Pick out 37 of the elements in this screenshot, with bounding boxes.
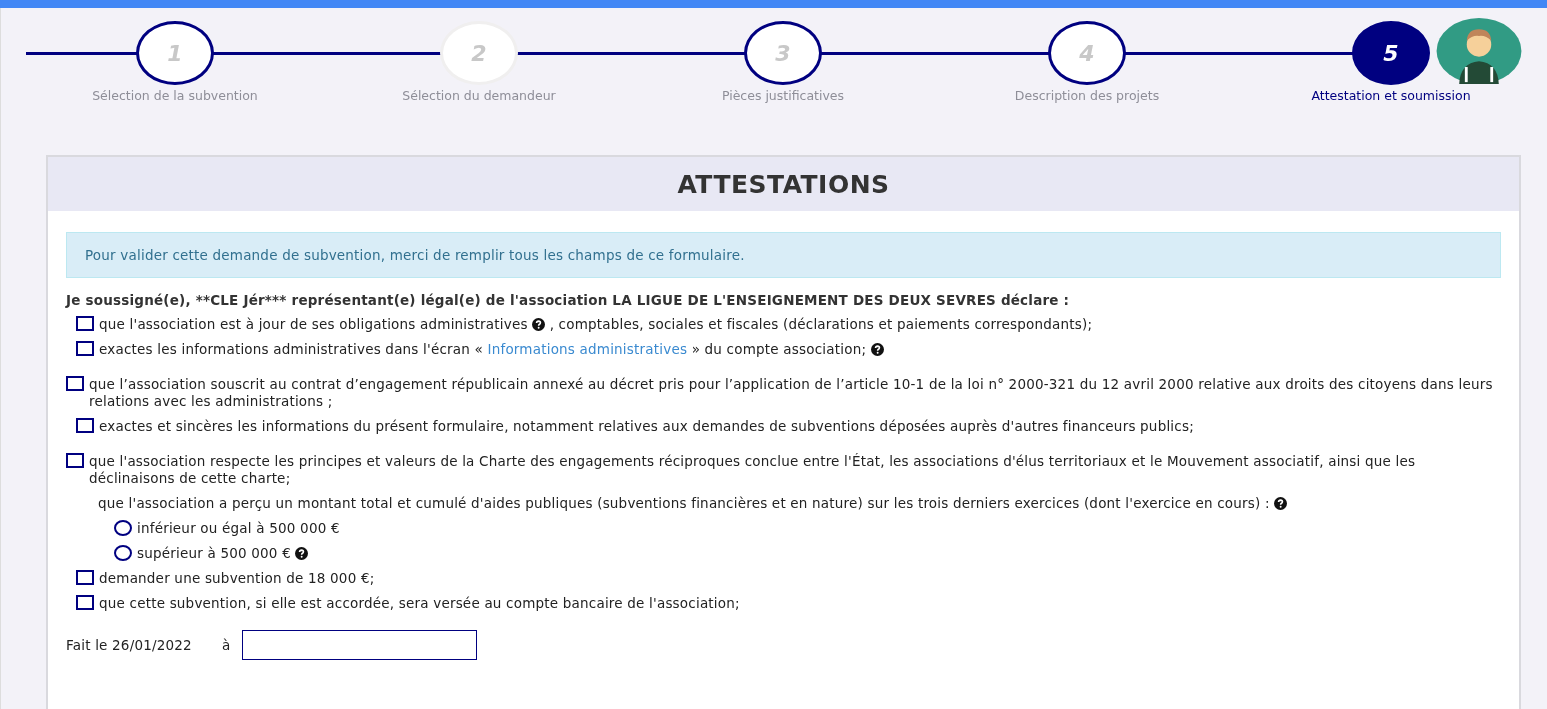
declaration-text: demander une subvention de 18 000 €; <box>99 570 375 587</box>
step-label: Description des projets <box>1014 88 1160 103</box>
checkbox[interactable] <box>76 595 94 610</box>
user-avatar-icon[interactable] <box>1436 18 1522 84</box>
declaration-text: exactes et sincères les informations du présent formulaire, notamment relatives aux demandes de subventions déposées auprès d'autres financeurs publics; <box>99 418 1194 435</box>
step-circle[interactable]: 5 <box>1352 21 1430 85</box>
date-label: Fait le 26/01/2022 <box>66 637 192 653</box>
help-icon[interactable] <box>1274 497 1288 510</box>
radio-button[interactable] <box>114 545 132 561</box>
checkbox[interactable] <box>66 376 84 391</box>
help-icon[interactable] <box>870 343 884 356</box>
checkbox[interactable] <box>76 418 94 433</box>
help-icon[interactable] <box>532 318 546 331</box>
declaration-text: que l’association souscrit au contrat d’engagement républicain annexé au décret pris pour l’application de l’article 10-1 de la loi n° 2000-321 du 12 avril 2000 relative aux droits des citoyens dans leurs relations avec les administrations ; <box>89 376 1494 410</box>
place-input-field[interactable] <box>242 630 478 660</box>
checkbox[interactable] <box>76 316 94 331</box>
help-icon[interactable] <box>295 547 309 560</box>
step-label: Pièces justificatives <box>721 88 845 103</box>
declaration-text: exactes les informations administratives dans l'écran « Informations administratives » du compte association; <box>99 341 884 358</box>
step-label: Attestation et soumission <box>1311 88 1471 103</box>
checkbox[interactable] <box>76 341 94 356</box>
info-alert: Pour valider cette demande de subvention, merci de remplir tous les champs de ce formulaire. <box>66 232 1501 278</box>
radio-button[interactable] <box>114 520 132 536</box>
checkbox[interactable] <box>76 570 94 585</box>
declaration-text: que l'association est à jour de ses obligations administratives , comptables, sociales et fiscales (déclarations et paiements correspondants); <box>99 316 1093 333</box>
place-label: à <box>221 637 231 653</box>
declaration-text: que cette subvention, si elle est accordée, sera versée au compte bancaire de l'association; <box>99 595 740 612</box>
declaration-intro: Je soussigné(e), **CLE Jér*** représentant(e) légal(e) de l'association LA LIGUE DE L'ENSEIGNEMENT DES DEUX SEVRES déclare : <box>66 292 1071 308</box>
declaration-text: que l'association respecte les principes et valeurs de la Charte des engagements réciproques conclue entre l'État, les associations d'élus territoriaux et le Mouvement associatif, ainsi que les déclinaisons de cette charte; <box>89 453 1417 487</box>
card-title: ATTESTATIONS <box>677 169 890 199</box>
checkbox[interactable] <box>66 453 84 468</box>
step-label: Sélection du demandeur <box>402 88 556 103</box>
information-link[interactable]: Informations administratives <box>487 341 688 357</box>
declaration-text: inférieur ou égal à 500 000 € <box>137 520 340 537</box>
declaration-text: que l'association a perçu un montant total et cumulé d'aides publiques (subventions financières et en nature) sur les trois derniers exercices (dont l'exercice en cours) : <box>98 495 1288 512</box>
step-label: Sélection de la subvention <box>92 88 258 103</box>
declaration-text: supérieur à 500 000 € <box>137 545 309 562</box>
